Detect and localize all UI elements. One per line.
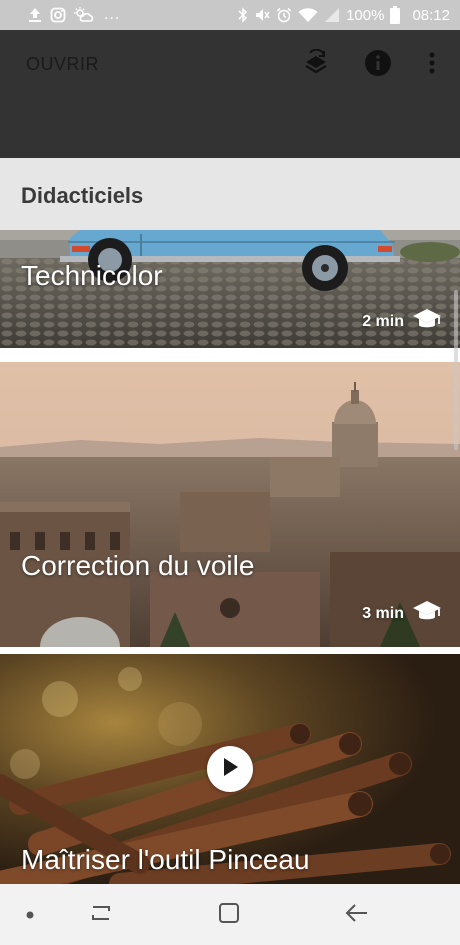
battery-icon bbox=[390, 6, 401, 24]
home-button[interactable] bbox=[216, 902, 242, 928]
tutorial-title: Technicolor bbox=[21, 260, 163, 291]
recents-button[interactable] bbox=[88, 902, 114, 928]
looks-history-icon bbox=[302, 48, 330, 82]
tutorial-meta: 2 min bbox=[362, 308, 442, 335]
weather-icon bbox=[74, 7, 94, 23]
status-more: ... bbox=[104, 6, 121, 23]
more-options-button[interactable] bbox=[417, 50, 447, 80]
clock: 08:12 bbox=[412, 6, 450, 24]
open-button[interactable]: OUVRIR bbox=[26, 54, 99, 75]
recents-icon bbox=[89, 903, 113, 928]
app-bar: OUVRIR bbox=[0, 30, 460, 158]
status-bar: ... 100% 08:12 bbox=[0, 0, 460, 30]
tutorial-title: Maîtriser l'outil Pinceau bbox=[21, 844, 310, 875]
section-title: Didacticiels bbox=[21, 183, 144, 208]
upload-icon bbox=[28, 7, 42, 23]
battery-percent: 100% bbox=[346, 6, 385, 24]
tutorial-duration: 3 min bbox=[362, 604, 404, 622]
nav-dot-button[interactable] bbox=[17, 902, 43, 928]
status-right: 100% 08:12 bbox=[238, 6, 450, 24]
status-left: ... bbox=[28, 6, 120, 24]
scroll-indicator[interactable] bbox=[454, 290, 458, 450]
tutorial-card-technicolor[interactable]: Technicolor 2 min bbox=[0, 230, 460, 355]
mute-icon bbox=[254, 7, 270, 23]
alarm-icon bbox=[276, 7, 292, 23]
tutorial-card-maitriser-outil-pinceau[interactable]: Maîtriser l'outil Pinceau bbox=[0, 654, 460, 884]
info-icon bbox=[364, 49, 392, 82]
info-button[interactable] bbox=[363, 49, 393, 82]
graduation-cap-icon bbox=[412, 600, 442, 627]
tutorial-title: Correction du voile bbox=[21, 550, 255, 581]
signal-icon bbox=[324, 7, 340, 23]
tutorial-card-correction-du-voile[interactable]: Correction du voile 3 min bbox=[0, 362, 460, 647]
tutorial-duration: 2 min bbox=[362, 312, 404, 330]
bluetooth-icon bbox=[238, 7, 248, 23]
back-button[interactable] bbox=[344, 902, 370, 928]
looks-history-button[interactable] bbox=[301, 48, 331, 82]
back-icon bbox=[345, 903, 369, 928]
graduation-cap-icon bbox=[412, 308, 442, 335]
home-icon bbox=[218, 902, 240, 929]
instagram-icon bbox=[50, 7, 66, 23]
more-vert-icon bbox=[427, 50, 437, 81]
section-header: Didacticiels bbox=[0, 158, 460, 230]
play-icon bbox=[221, 757, 239, 782]
dot-icon bbox=[26, 906, 34, 924]
tutorial-meta: 3 min bbox=[362, 600, 442, 627]
play-button[interactable] bbox=[207, 746, 253, 792]
wifi-icon bbox=[298, 7, 318, 23]
technicolor-thumbnail bbox=[0, 230, 460, 355]
navigation-bar bbox=[0, 884, 460, 945]
